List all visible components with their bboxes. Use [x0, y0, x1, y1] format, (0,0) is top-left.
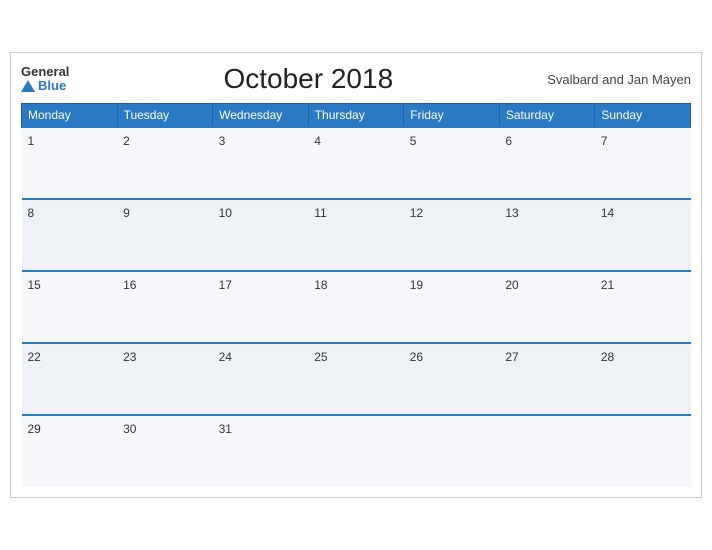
day-number: 19 — [410, 278, 423, 292]
day-number: 24 — [219, 350, 232, 364]
calendar-day-cell: 23 — [117, 343, 213, 415]
calendar-day-cell: 17 — [213, 271, 309, 343]
calendar-day-cell: 18 — [308, 271, 404, 343]
day-number: 8 — [28, 206, 35, 220]
calendar-day-cell: 14 — [595, 199, 691, 271]
calendar-grid: MondayTuesdayWednesdayThursdayFridaySatu… — [21, 103, 691, 487]
calendar-day-cell: 19 — [404, 271, 500, 343]
calendar-day-cell: 2 — [117, 127, 213, 199]
calendar-day-cell: 30 — [117, 415, 213, 487]
calendar-day-cell: 7 — [595, 127, 691, 199]
logo-triangle-icon — [21, 80, 35, 92]
day-number: 13 — [505, 206, 518, 220]
weekday-header-sunday: Sunday — [595, 104, 691, 128]
calendar-day-cell: 6 — [499, 127, 595, 199]
day-number: 2 — [123, 134, 130, 148]
day-number: 3 — [219, 134, 226, 148]
empty-cell — [308, 415, 404, 487]
logo-blue-text: Blue — [21, 79, 66, 93]
calendar-day-cell: 31 — [213, 415, 309, 487]
calendar-day-cell: 21 — [595, 271, 691, 343]
day-number: 12 — [410, 206, 423, 220]
empty-cell — [499, 415, 595, 487]
calendar-title: October 2018 — [69, 63, 547, 95]
region-label: Svalbard and Jan Mayen — [547, 72, 691, 87]
calendar-day-cell: 25 — [308, 343, 404, 415]
calendar-day-cell: 26 — [404, 343, 500, 415]
day-number: 5 — [410, 134, 417, 148]
calendar-day-cell: 11 — [308, 199, 404, 271]
weekday-header-thursday: Thursday — [308, 104, 404, 128]
empty-cell — [595, 415, 691, 487]
calendar-day-cell: 15 — [22, 271, 118, 343]
day-number: 10 — [219, 206, 232, 220]
calendar-day-cell: 22 — [22, 343, 118, 415]
day-number: 31 — [219, 422, 232, 436]
day-number: 15 — [28, 278, 41, 292]
calendar-day-cell: 4 — [308, 127, 404, 199]
calendar-day-cell: 9 — [117, 199, 213, 271]
day-number: 25 — [314, 350, 327, 364]
day-number: 16 — [123, 278, 136, 292]
day-number: 4 — [314, 134, 321, 148]
calendar-day-cell: 10 — [213, 199, 309, 271]
day-number: 14 — [601, 206, 614, 220]
day-number: 9 — [123, 206, 130, 220]
calendar-day-cell: 16 — [117, 271, 213, 343]
calendar-week-row: 22 23 24 25 26 27 28 — [22, 343, 691, 415]
calendar-header: General Blue October 2018 Svalbard and J… — [21, 63, 691, 95]
calendar-day-cell: 12 — [404, 199, 500, 271]
calendar-week-row: 29 30 31 — [22, 415, 691, 487]
calendar-day-cell: 3 — [213, 127, 309, 199]
weekday-header-monday: Monday — [22, 104, 118, 128]
day-number: 27 — [505, 350, 518, 364]
weekday-header-wednesday: Wednesday — [213, 104, 309, 128]
weekday-header-friday: Friday — [404, 104, 500, 128]
calendar-container: General Blue October 2018 Svalbard and J… — [10, 52, 702, 498]
day-number: 20 — [505, 278, 518, 292]
day-number: 6 — [505, 134, 512, 148]
day-number: 22 — [28, 350, 41, 364]
calendar-day-cell: 13 — [499, 199, 595, 271]
day-number: 29 — [28, 422, 41, 436]
logo-general-text: General — [21, 65, 69, 79]
logo-area: General Blue — [21, 65, 69, 94]
calendar-day-cell: 27 — [499, 343, 595, 415]
weekday-header-saturday: Saturday — [499, 104, 595, 128]
day-number: 11 — [314, 206, 326, 220]
day-number: 23 — [123, 350, 136, 364]
day-number: 18 — [314, 278, 327, 292]
calendar-day-cell: 8 — [22, 199, 118, 271]
day-number: 30 — [123, 422, 136, 436]
calendar-day-cell: 28 — [595, 343, 691, 415]
calendar-day-cell: 20 — [499, 271, 595, 343]
day-number: 21 — [601, 278, 614, 292]
calendar-week-row: 15 16 17 18 19 20 21 — [22, 271, 691, 343]
day-number: 7 — [601, 134, 608, 148]
calendar-week-row: 8 9 10 11 12 13 14 — [22, 199, 691, 271]
day-number: 28 — [601, 350, 614, 364]
calendar-day-cell: 24 — [213, 343, 309, 415]
day-number: 17 — [219, 278, 232, 292]
empty-cell — [404, 415, 500, 487]
calendar-day-cell: 1 — [22, 127, 118, 199]
day-number: 1 — [28, 134, 35, 148]
calendar-day-cell: 5 — [404, 127, 500, 199]
day-number: 26 — [410, 350, 423, 364]
calendar-day-cell: 29 — [22, 415, 118, 487]
calendar-week-row: 1 2 3 4 5 6 7 — [22, 127, 691, 199]
weekday-header-tuesday: Tuesday — [117, 104, 213, 128]
weekday-header-row: MondayTuesdayWednesdayThursdayFridaySatu… — [22, 104, 691, 128]
